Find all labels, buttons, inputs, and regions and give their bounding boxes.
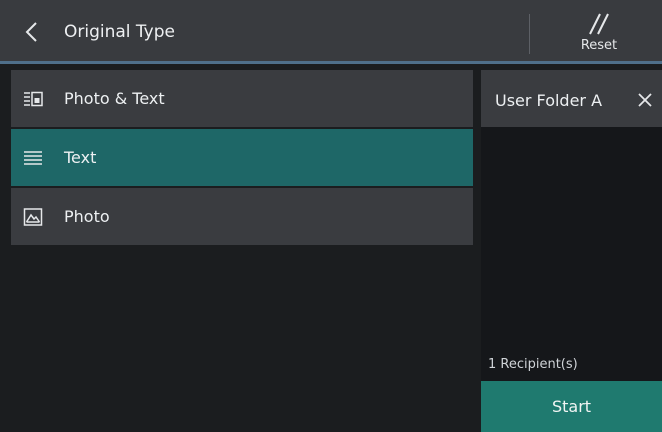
recipient-count: 1 Recipient(s): [488, 357, 578, 372]
reset-button[interactable]: Reset: [560, 8, 638, 56]
option-photo[interactable]: Photo: [11, 188, 473, 245]
folder-name: User Folder A: [495, 91, 603, 110]
close-icon: [638, 93, 652, 107]
page-title: Original Type: [64, 22, 175, 42]
header-accent-line: [0, 61, 662, 64]
option-label: Photo & Text: [64, 89, 165, 108]
photo-icon: [23, 208, 43, 226]
option-label: Photo: [64, 207, 110, 226]
back-button[interactable]: [14, 14, 50, 50]
recipient-folder-chip[interactable]: User Folder A: [481, 70, 662, 127]
header-divider: [529, 14, 530, 54]
start-button[interactable]: Start: [481, 381, 662, 432]
option-label: Text: [64, 148, 97, 167]
screen: Original Type Reset Photo & Text Text Ph…: [0, 0, 662, 432]
remove-recipient-button[interactable]: [633, 88, 657, 112]
reset-label: Reset: [580, 38, 618, 53]
text-lines-icon: [24, 151, 42, 165]
chevron-left-icon: [25, 22, 37, 42]
reset-slashes-icon: [589, 13, 609, 35]
photo-text-icon: [24, 91, 43, 107]
option-text[interactable]: Text: [11, 129, 473, 186]
original-type-options: Photo & Text Text Photo: [11, 70, 473, 247]
option-photo-and-text[interactable]: Photo & Text: [11, 70, 473, 127]
recipient-panel: User Folder A 1 Recipient(s) Start: [481, 70, 662, 432]
header-bar: Original Type Reset: [0, 0, 662, 61]
